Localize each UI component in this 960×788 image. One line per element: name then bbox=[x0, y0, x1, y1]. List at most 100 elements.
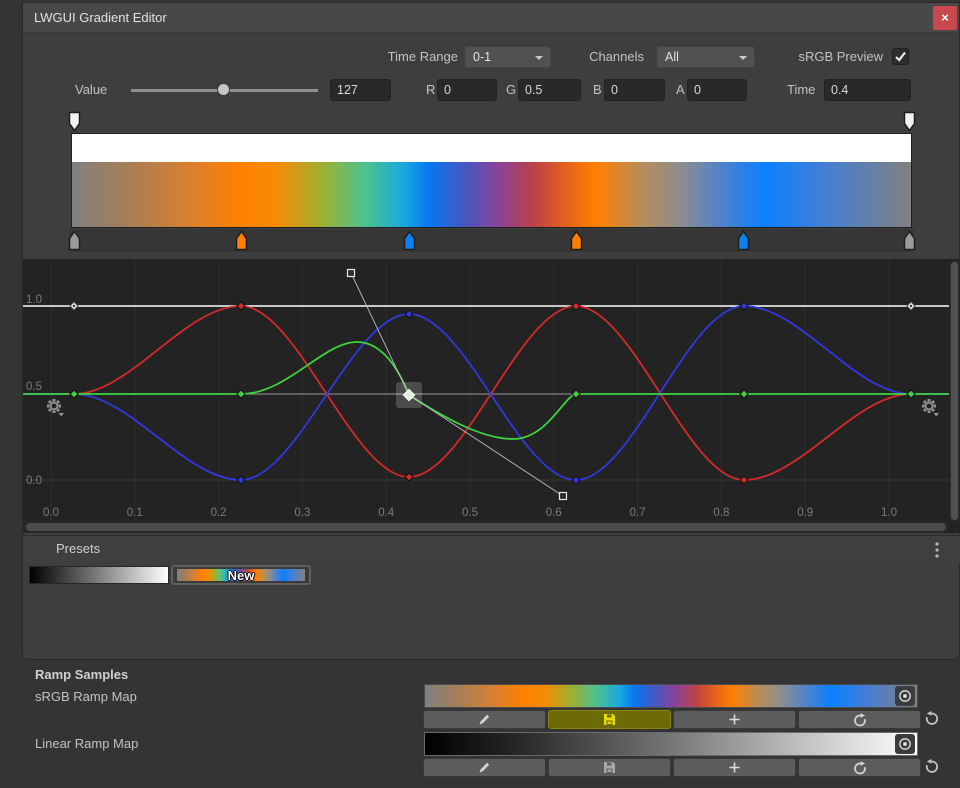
color-marker[interactable] bbox=[737, 230, 750, 251]
pencil-icon bbox=[477, 712, 492, 727]
undo-icon bbox=[923, 709, 941, 727]
tangent-handles[interactable] bbox=[348, 270, 567, 500]
svg-text:0.9: 0.9 bbox=[797, 507, 813, 519]
value-slider[interactable] bbox=[131, 79, 318, 101]
gradient-preview-frame bbox=[71, 133, 912, 228]
presets-title: Presets bbox=[56, 541, 100, 556]
value-field[interactable]: 127 bbox=[330, 79, 391, 101]
refresh-icon bbox=[852, 760, 868, 776]
right-curve-settings-gear-icon[interactable] bbox=[922, 399, 939, 417]
grid bbox=[23, 259, 949, 521]
svg-text:0.7: 0.7 bbox=[630, 507, 646, 519]
svg-text:0.5: 0.5 bbox=[26, 381, 42, 393]
srgb-ramp-preview[interactable] bbox=[424, 684, 918, 708]
alpha-marker[interactable] bbox=[903, 111, 916, 132]
color-marker[interactable] bbox=[903, 230, 916, 251]
in-tangent-handle[interactable] bbox=[348, 270, 355, 277]
out-tangent-handle[interactable] bbox=[560, 493, 567, 500]
color-marker[interactable] bbox=[403, 230, 416, 251]
curve-canvas[interactable]: 1.0 0.5 0.0 0.0 0.1 0.2 0.3 0.4 0.5 0.6 … bbox=[23, 259, 949, 533]
title-bar[interactable]: LWGUI Gradient Editor × bbox=[23, 3, 959, 33]
undo-icon bbox=[923, 757, 941, 775]
object-picker-icon[interactable] bbox=[895, 686, 915, 706]
time-range-value: 0-1 bbox=[473, 50, 491, 64]
save-icon bbox=[602, 760, 617, 775]
color-preview-bar[interactable] bbox=[72, 162, 911, 227]
pencil-icon bbox=[477, 760, 492, 775]
color-marker[interactable] bbox=[570, 230, 583, 251]
add-button[interactable] bbox=[673, 758, 796, 777]
svg-text:0.2: 0.2 bbox=[211, 507, 227, 519]
preset-new[interactable]: New bbox=[171, 565, 311, 585]
srgb-preview-checkbox[interactable] bbox=[892, 48, 909, 65]
refresh-button[interactable] bbox=[798, 710, 921, 729]
vertical-scrollbar[interactable] bbox=[950, 261, 959, 521]
value-label: Value bbox=[75, 79, 125, 101]
object-picker-icon[interactable] bbox=[895, 734, 915, 754]
g-label: G bbox=[506, 79, 518, 101]
srgb-ramp-buttons bbox=[423, 710, 921, 729]
srgb-ramp-map-label: sRGB Ramp Map bbox=[35, 689, 137, 704]
close-icon: × bbox=[941, 10, 949, 25]
add-button[interactable] bbox=[673, 710, 796, 729]
channels-label: Channels bbox=[557, 46, 644, 68]
window-title: LWGUI Gradient Editor bbox=[34, 10, 167, 25]
linear-ramp-preview[interactable] bbox=[424, 732, 918, 756]
channels-value: All bbox=[665, 50, 679, 64]
svg-text:0.0: 0.0 bbox=[43, 507, 59, 519]
svg-text:0.3: 0.3 bbox=[294, 507, 310, 519]
r-field[interactable]: 0 bbox=[437, 79, 497, 101]
alpha-preview-bar[interactable] bbox=[72, 134, 911, 162]
color-marker[interactable] bbox=[68, 230, 81, 251]
undo-button[interactable] bbox=[923, 709, 941, 727]
a-field[interactable]: 0 bbox=[687, 79, 747, 101]
chevron-down-icon bbox=[535, 56, 543, 60]
time-field[interactable]: 0.4 bbox=[824, 79, 911, 101]
save-button[interactable] bbox=[548, 758, 671, 777]
refresh-button[interactable] bbox=[798, 758, 921, 777]
svg-text:1.0: 1.0 bbox=[26, 294, 42, 306]
close-button[interactable]: × bbox=[933, 6, 957, 30]
add-icon bbox=[727, 760, 742, 775]
red-curve bbox=[23, 306, 949, 480]
edit-button[interactable] bbox=[423, 710, 546, 729]
slider-thumb[interactable] bbox=[217, 83, 230, 96]
ramp-samples-title: Ramp Samples bbox=[35, 667, 128, 682]
edit-button[interactable] bbox=[423, 758, 546, 777]
preset-new-label: New bbox=[173, 568, 309, 583]
vertical-scrollbar-handle[interactable] bbox=[951, 262, 958, 520]
preset-grayscale[interactable] bbox=[29, 566, 169, 584]
linear-ramp-buttons bbox=[423, 758, 921, 777]
refresh-icon bbox=[852, 712, 868, 728]
curve-editor[interactable]: 1.0 0.5 0.0 0.0 0.1 0.2 0.3 0.4 0.5 0.6 … bbox=[23, 259, 960, 533]
kebab-menu-icon[interactable] bbox=[931, 541, 943, 559]
x-axis-labels: 0.0 0.1 0.2 0.3 0.4 0.5 0.6 0.7 0.8 0.9 … bbox=[43, 507, 897, 519]
time-range-label: Time Range bbox=[363, 46, 458, 68]
blue-curve bbox=[23, 306, 949, 480]
srgb-preview-label: sRGB Preview bbox=[764, 46, 883, 68]
horizontal-scrollbar[interactable] bbox=[23, 521, 949, 533]
undo-button[interactable] bbox=[923, 757, 941, 775]
y-axis-labels: 1.0 0.5 0.0 bbox=[26, 294, 42, 487]
presets-header: Presets bbox=[23, 535, 960, 563]
linear-ramp-map-label: Linear Ramp Map bbox=[35, 736, 138, 751]
svg-text:0.0: 0.0 bbox=[26, 475, 42, 487]
time-range-dropdown[interactable]: 0-1 bbox=[464, 46, 551, 68]
alpha-marker[interactable] bbox=[68, 111, 81, 132]
channels-dropdown[interactable]: All bbox=[656, 46, 755, 68]
g-field[interactable]: 0.5 bbox=[518, 79, 581, 101]
gradient-widget bbox=[71, 109, 912, 251]
save-icon bbox=[602, 712, 617, 727]
left-curve-settings-gear-icon[interactable] bbox=[47, 399, 64, 417]
svg-text:0.1: 0.1 bbox=[127, 507, 143, 519]
color-marker-strip[interactable] bbox=[69, 229, 914, 252]
b-field[interactable]: 0 bbox=[604, 79, 665, 101]
save-button[interactable] bbox=[548, 710, 671, 729]
svg-text:0.6: 0.6 bbox=[546, 507, 562, 519]
green-curve bbox=[23, 342, 949, 439]
svg-text:1.0: 1.0 bbox=[881, 507, 897, 519]
selected-key[interactable] bbox=[396, 382, 422, 408]
gradient-editor-screen: LWGUI Gradient Editor × Time Range 0-1 C… bbox=[0, 0, 960, 788]
color-marker[interactable] bbox=[235, 230, 248, 251]
gradient-editor-window: LWGUI Gradient Editor × Time Range 0-1 C… bbox=[22, 2, 960, 660]
